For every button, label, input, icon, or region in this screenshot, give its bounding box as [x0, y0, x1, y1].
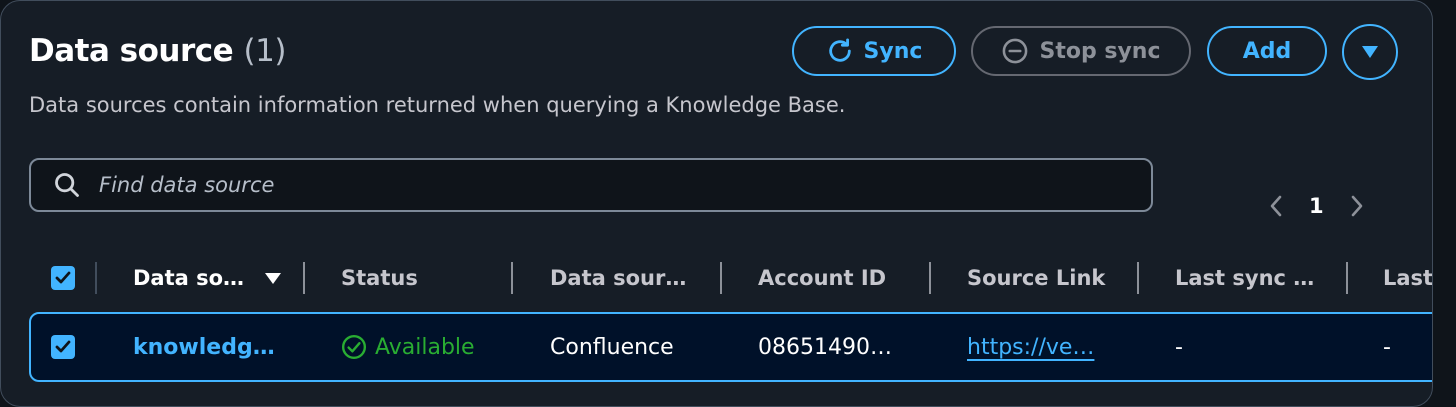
add-button[interactable]: Add: [1207, 26, 1327, 76]
check-circle-icon: [341, 334, 367, 360]
column-divider[interactable]: [303, 262, 305, 294]
column-divider: [95, 262, 97, 294]
caret-down-icon: [1360, 44, 1380, 60]
page-title: Data source (1): [29, 33, 286, 69]
panel-description: Data sources contain information returne…: [29, 93, 846, 117]
column-divider[interactable]: [929, 262, 931, 294]
column-header-last[interactable]: Last: [1383, 253, 1433, 303]
column-header-last-sync[interactable]: Last sync …: [1175, 253, 1314, 303]
sync-label: Sync: [863, 38, 923, 64]
select-all-checkbox[interactable]: [51, 253, 75, 303]
sort-descending-icon[interactable]: [264, 271, 282, 285]
stop-sync-button[interactable]: Stop sync: [971, 26, 1191, 76]
data-source-name-link[interactable]: knowledg…: [133, 314, 275, 380]
table-header: Data so… Status Data sour… Account ID So…: [29, 253, 1433, 303]
refresh-icon: [826, 37, 854, 65]
column-header-label: Data so…: [133, 266, 245, 290]
chevron-left-icon[interactable]: [1269, 194, 1283, 218]
title-count: (1): [243, 33, 287, 69]
data-source-panel: Data source (1) Data sources contain inf…: [0, 0, 1433, 407]
column-header-name[interactable]: Data so…: [133, 253, 282, 303]
checkbox-checked: [51, 335, 75, 359]
stop-icon: [1001, 37, 1029, 65]
column-divider[interactable]: [1346, 262, 1348, 294]
column-header-label: Source Link: [967, 266, 1106, 290]
add-label: Add: [1242, 38, 1292, 64]
search-bar: [29, 158, 1153, 212]
sync-button[interactable]: Sync: [792, 26, 956, 76]
check-icon: [55, 271, 71, 284]
status-text: Available: [375, 334, 475, 360]
row-checkbox[interactable]: [51, 314, 75, 380]
column-header-label: Account ID: [758, 266, 887, 290]
column-divider[interactable]: [511, 262, 513, 294]
column-header-source-link[interactable]: Source Link: [967, 253, 1105, 303]
column-header-label: Last: [1383, 266, 1433, 290]
data-source-type-cell: Confluence: [550, 334, 674, 360]
checkbox-checked: [51, 266, 75, 290]
pagination: 1: [1269, 188, 1364, 224]
column-header-label: Data sour…: [550, 266, 687, 290]
last-cell: -: [1383, 334, 1391, 360]
last-sync-cell: -: [1175, 334, 1183, 360]
column-header-label: Last sync …: [1175, 266, 1315, 290]
status-cell: Available: [341, 314, 475, 380]
column-header-status[interactable]: Status: [341, 253, 418, 303]
more-actions-button[interactable]: [1342, 24, 1398, 80]
page-number[interactable]: 1: [1309, 194, 1324, 218]
source-link[interactable]: https://ve…: [967, 314, 1094, 380]
column-header-account-id[interactable]: Account ID: [758, 253, 886, 303]
check-icon: [55, 340, 71, 353]
table-row[interactable]: knowledg… Available Confluence 08651490……: [29, 312, 1432, 382]
search-input[interactable]: [97, 172, 1151, 198]
search-icon: [53, 171, 81, 199]
column-divider[interactable]: [1137, 262, 1139, 294]
account-id-cell: 08651490…: [758, 334, 892, 360]
column-header-data-source-type[interactable]: Data sour…: [550, 253, 686, 303]
column-divider[interactable]: [720, 262, 722, 294]
chevron-right-icon[interactable]: [1350, 194, 1364, 218]
title-text: Data source: [29, 33, 234, 69]
stop-sync-label: Stop sync: [1039, 38, 1161, 64]
column-header-label: Status: [341, 266, 418, 290]
